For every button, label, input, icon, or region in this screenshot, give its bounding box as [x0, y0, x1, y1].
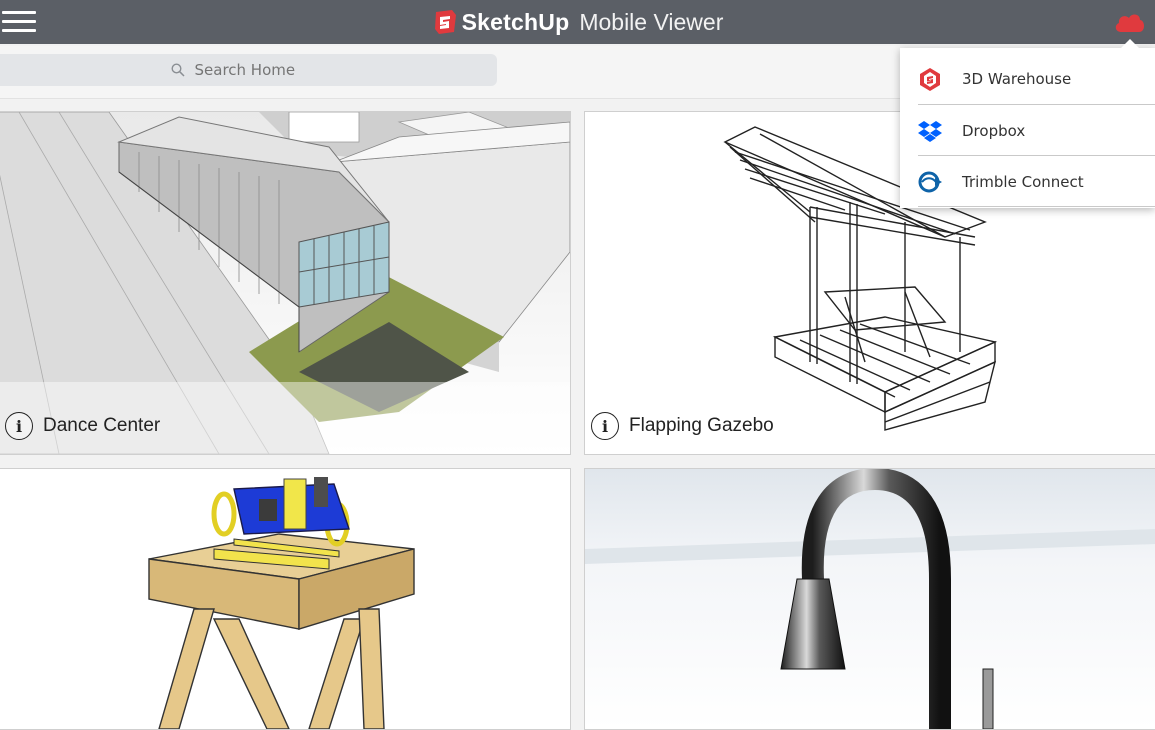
menu-item-dropbox[interactable]: Dropbox [900, 105, 1155, 156]
menu-divider [918, 206, 1155, 207]
info-icon[interactable]: i [591, 412, 619, 440]
info-icon[interactable]: i [5, 412, 33, 440]
top-bar: SketchUp Mobile Viewer [0, 0, 1155, 44]
cloud-storage-menu: 3D Warehouse Dropbox Trimble Connect [900, 39, 1155, 208]
model-card-dance-center[interactable]: i Dance Center [0, 111, 571, 455]
menu-item-3d-warehouse[interactable]: 3D Warehouse [900, 53, 1155, 104]
dropbox-icon [918, 120, 942, 142]
search-icon [170, 63, 185, 77]
menu-item-label: 3D Warehouse [962, 69, 1072, 88]
model-card-faucet[interactable] [584, 468, 1155, 730]
search-field[interactable] [0, 54, 497, 86]
app-title: SketchUp Mobile Viewer [0, 0, 1155, 44]
card-label: i Flapping Gazebo [591, 412, 774, 440]
menu-item-trimble-connect[interactable]: Trimble Connect [900, 156, 1155, 207]
card-title: Flapping Gazebo [629, 415, 774, 436]
cloud-icon[interactable] [1112, 8, 1146, 34]
trimble-connect-icon [918, 171, 942, 192]
card-title: Dance Center [43, 415, 161, 436]
menu-item-label: Dropbox [962, 121, 1026, 140]
search-input[interactable] [192, 60, 317, 80]
dropdown-arrow [1121, 39, 1139, 48]
faucet-thumbnail [585, 469, 1155, 729]
card-label: i Dance Center [5, 412, 160, 440]
workbench-thumbnail [0, 469, 570, 729]
sketchup-logo-icon [434, 10, 456, 34]
brand-subtitle: Mobile Viewer [579, 8, 724, 35]
brand-name: SketchUp [461, 8, 570, 35]
model-card-workbench[interactable] [0, 468, 571, 730]
menu-item-label: Trimble Connect [962, 172, 1084, 191]
3d-warehouse-icon [920, 67, 940, 91]
dance-center-thumbnail [0, 112, 570, 454]
